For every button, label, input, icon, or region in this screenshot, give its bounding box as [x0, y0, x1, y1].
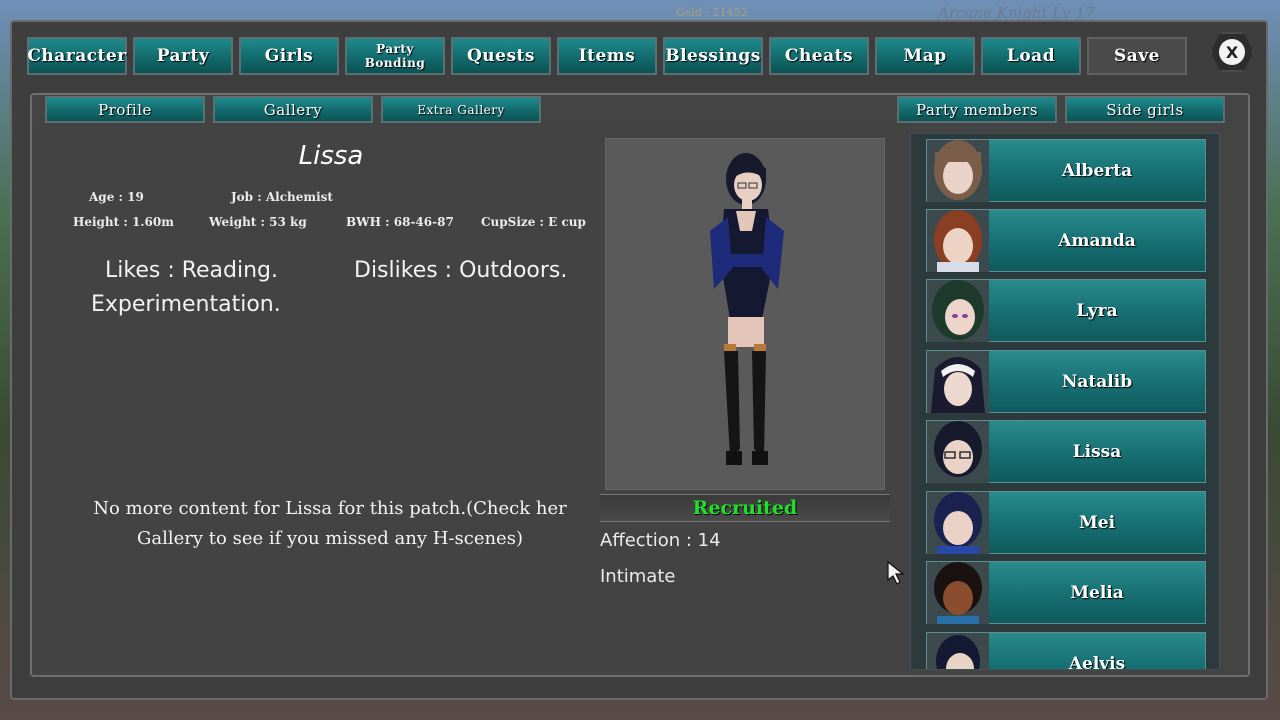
- subtab-profile[interactable]: Profile: [45, 96, 205, 123]
- avatar: [927, 351, 989, 413]
- subtab-side-girls[interactable]: Side girls: [1065, 96, 1225, 123]
- girl-name: Aelvis: [1068, 653, 1126, 670]
- likes-line-2: Experimentation.: [91, 292, 281, 317]
- recruited-label: Recruited: [692, 497, 798, 519]
- likes-line-1: Likes : Reading.: [105, 258, 279, 283]
- stat-age: Age : 19: [89, 190, 144, 204]
- girl-name: Melia: [1070, 582, 1124, 603]
- girl-name: Lissa: [1072, 441, 1122, 462]
- girl-name: Natalib: [1061, 371, 1133, 392]
- subtab-party-members[interactable]: Party members: [897, 96, 1057, 123]
- close-icon: X: [1219, 39, 1245, 65]
- girl-card-mei[interactable]: Mei: [926, 491, 1206, 554]
- avatar: [927, 492, 989, 554]
- stat-weight: Weight : 53 kg: [209, 215, 307, 229]
- tab-save[interactable]: Save: [1087, 37, 1187, 75]
- girl-name: Lyra: [1076, 300, 1118, 321]
- girl-card-amanda[interactable]: Amanda: [926, 209, 1206, 272]
- avatar: [927, 210, 989, 272]
- content-note-line-2: Gallery to see if you missed any H-scene…: [137, 528, 523, 549]
- tab-items[interactable]: Items: [557, 37, 657, 75]
- subtab-extra-gallery[interactable]: Extra Gallery: [381, 96, 541, 123]
- content-note-line-1: No more content for Lissa for this patch…: [93, 498, 567, 519]
- relationship-level: Intimate: [600, 566, 676, 587]
- avatar: [927, 140, 989, 202]
- affection-value: Affection : 14: [600, 530, 721, 551]
- tab-quests[interactable]: Quests: [451, 37, 551, 75]
- tab-blessings[interactable]: Blessings: [663, 37, 763, 75]
- tab-girls[interactable]: Girls: [239, 37, 339, 75]
- stat-bwh: BWH : 68-46-87: [346, 215, 454, 229]
- tab-cheats[interactable]: Cheats: [769, 37, 869, 75]
- girl-card-natalib[interactable]: Natalib: [926, 350, 1206, 413]
- girl-card-alberta[interactable]: Alberta: [926, 139, 1206, 202]
- character-figure: [710, 153, 784, 465]
- content-note: No more content for Lissa for this patch…: [70, 494, 590, 554]
- avatar: [927, 280, 989, 342]
- tab-party-bonding[interactable]: Party Bonding: [345, 37, 445, 75]
- girl-card-melia[interactable]: Melia: [926, 561, 1206, 624]
- mouse-cursor-icon: [886, 560, 908, 590]
- avatar: [927, 633, 989, 669]
- avatar: [927, 562, 989, 624]
- tab-character[interactable]: Character: [27, 37, 127, 75]
- girl-card-lyra[interactable]: Lyra: [926, 279, 1206, 342]
- tab-map[interactable]: Map: [875, 37, 975, 75]
- girl-card-lissa[interactable]: Lissa: [926, 420, 1206, 483]
- tab-party[interactable]: Party: [133, 37, 233, 75]
- girl-name: Amanda: [1058, 230, 1136, 251]
- subtab-gallery[interactable]: Gallery: [213, 96, 373, 123]
- girl-name: Alberta: [1061, 160, 1133, 181]
- character-name: Lissa: [298, 141, 364, 171]
- tab-load[interactable]: Load: [981, 37, 1081, 75]
- dislikes-text: Dislikes : Outdoors.: [354, 258, 568, 283]
- stat-height: Height : 1.60m: [73, 215, 174, 229]
- character-portrait: [605, 138, 885, 490]
- girl-card-aelvis[interactable]: Aelvis: [926, 632, 1206, 670]
- stat-cupsize: CupSize : E cup: [481, 215, 586, 229]
- girl-name: Mei: [1078, 512, 1116, 533]
- avatar: [927, 421, 989, 483]
- stat-job: Job : Alchemist: [231, 190, 333, 204]
- girls-list[interactable]: Alberta Amanda Lyra Natalib Lissa Mei Me…: [910, 133, 1220, 670]
- recruitment-status-bar: Recruited: [600, 494, 890, 522]
- game-hud-gold: Gold : 21452: [676, 6, 748, 19]
